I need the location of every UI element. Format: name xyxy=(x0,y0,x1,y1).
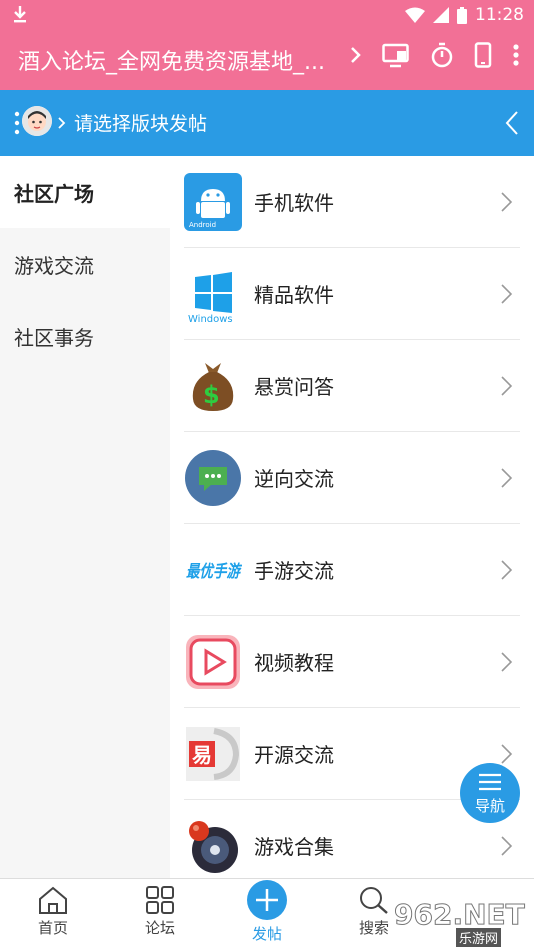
clock: 11:28 xyxy=(475,5,524,25)
forum-label: 游戏合集 xyxy=(254,835,334,859)
breadcrumb-separator-icon xyxy=(58,116,66,129)
menu-icon xyxy=(479,773,501,791)
chevron-right-icon xyxy=(501,559,513,580)
forum-label: 手游交流 xyxy=(254,559,334,583)
windows-icon-text: Windows xyxy=(188,314,233,323)
game-disc-icon xyxy=(189,820,238,873)
forum-label: 逆向交流 xyxy=(254,467,334,491)
forum-row-mobile-games[interactable]: 最优手游 手游交流 xyxy=(184,524,520,616)
money-bag-icon: $ xyxy=(192,362,234,411)
download-icon xyxy=(14,6,26,23)
forum-row-video-tutorials[interactable]: 视频教程 xyxy=(184,616,520,708)
money-bag-icon-text: $ xyxy=(203,381,220,409)
tab-label: 论坛 xyxy=(144,919,175,937)
android-icon: Android xyxy=(184,172,242,231)
android-icon-text: Android xyxy=(189,221,216,229)
forum-label: 开源交流 xyxy=(254,743,334,767)
chevron-right-icon xyxy=(501,283,513,304)
sidebar-item-community-plaza[interactable]: 社区广场 xyxy=(0,156,170,228)
sidebar-item-game-exchange[interactable]: 游戏交流 xyxy=(0,228,170,300)
tab-post[interactable]: 发帖 xyxy=(232,879,302,944)
forum-row-bounty-qa[interactable]: $ 悬赏问答 xyxy=(184,340,520,432)
navigation-fab[interactable]: 导航 xyxy=(460,763,520,823)
sidebar-item-label: 游戏交流 xyxy=(14,253,94,278)
sidebar-item-label: 社区事务 xyxy=(14,325,94,350)
sidebar-item-label: 社区广场 xyxy=(14,181,94,206)
grid-icon xyxy=(146,886,174,914)
open-source-icon: 易 xyxy=(186,726,240,781)
status-bar: 11:28 xyxy=(0,0,534,30)
wifi-icon xyxy=(405,7,425,23)
plus-icon xyxy=(247,880,287,920)
forum-row-mobile-software[interactable]: Android 手机软件 xyxy=(184,156,520,248)
browser-title-bar: 酒入论坛_全网免费资源基地_... xyxy=(0,30,534,90)
mobile-game-icon-text: 最优手游 xyxy=(186,562,242,582)
home-icon xyxy=(39,886,67,914)
windows-icon: Windows xyxy=(188,271,233,323)
forum-label: 悬赏问答 xyxy=(254,375,334,399)
forum-row-reverse-engineering[interactable]: 逆向交流 xyxy=(184,432,520,524)
sidebar-item-community-affairs[interactable]: 社区事务 xyxy=(0,300,170,372)
watermark-brand: 962.NET xyxy=(394,898,526,932)
mobile-game-icon: 最优手游 xyxy=(186,562,242,582)
tab-forum[interactable]: 论坛 xyxy=(125,885,195,938)
forum-header: 请选择版块发帖 xyxy=(0,90,534,156)
screen-cast-icon[interactable] xyxy=(382,42,410,68)
search-icon xyxy=(360,887,388,914)
chevron-right-icon xyxy=(501,743,513,764)
chevron-right-icon xyxy=(501,467,513,488)
phone-icon[interactable] xyxy=(474,42,492,68)
navigation-fab-label: 导航 xyxy=(474,797,505,815)
chevron-right-icon[interactable] xyxy=(350,45,362,65)
tab-label: 发帖 xyxy=(251,925,282,943)
breadcrumb: 请选择版块发帖 xyxy=(74,113,208,135)
more-vertical-icon[interactable] xyxy=(512,43,520,67)
chevron-right-icon xyxy=(501,191,513,212)
watermark-logo: 962.NET 乐游网 xyxy=(394,898,530,947)
video-play-icon xyxy=(186,634,240,689)
forum-label: 手机软件 xyxy=(254,191,334,215)
back-arrow-icon[interactable] xyxy=(504,110,520,136)
signal-icon xyxy=(433,7,449,23)
watermark-sub: 乐游网 xyxy=(456,928,502,947)
tab-label: 首页 xyxy=(37,919,68,937)
battery-icon xyxy=(457,6,467,24)
open-source-icon-text: 易 xyxy=(192,743,212,767)
page-title: 酒入论坛_全网免费资源基地_... xyxy=(18,50,325,75)
tab-home[interactable]: 首页 xyxy=(18,885,88,938)
avatar[interactable] xyxy=(22,106,52,136)
forum-label: 视频教程 xyxy=(254,651,334,675)
category-sidebar: 社区广场 游戏交流 社区事务 xyxy=(0,156,170,878)
chat-bubble-icon xyxy=(185,449,241,506)
timer-icon[interactable] xyxy=(430,42,454,68)
chevron-right-icon xyxy=(501,835,513,856)
drag-handle-icon[interactable] xyxy=(14,110,20,136)
forum-label: 精品软件 xyxy=(254,283,334,307)
chevron-right-icon xyxy=(501,651,513,672)
chevron-right-icon xyxy=(501,375,513,396)
forum-row-premium-software[interactable]: Windows 精品软件 xyxy=(184,248,520,340)
